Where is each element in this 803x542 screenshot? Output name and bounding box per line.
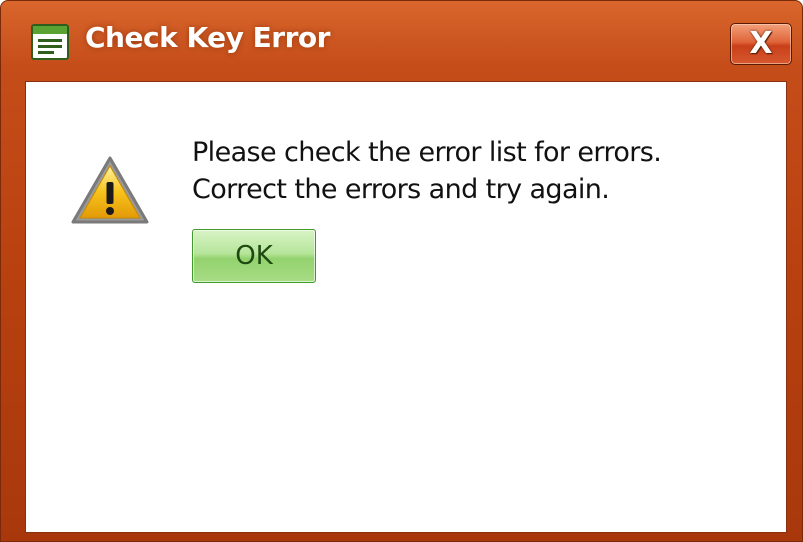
window-title: Check Key Error <box>85 21 330 54</box>
app-window-icon <box>31 24 69 60</box>
dialog-window: Check Key Error X Please check the error… <box>0 0 803 542</box>
close-icon: X <box>749 26 773 61</box>
ok-button[interactable]: OK <box>192 229 316 283</box>
warning-icon <box>71 156 149 224</box>
title-bar[interactable]: Check Key Error X <box>1 1 802 81</box>
close-button[interactable]: X <box>730 23 792 65</box>
dialog-content: Please check the error list for errors. … <box>25 81 787 533</box>
message-line-1: Please check the error list for errors. <box>192 137 662 168</box>
error-message: Please check the error list for errors. … <box>192 134 662 208</box>
message-line-2: Correct the errors and try again. <box>192 174 610 205</box>
